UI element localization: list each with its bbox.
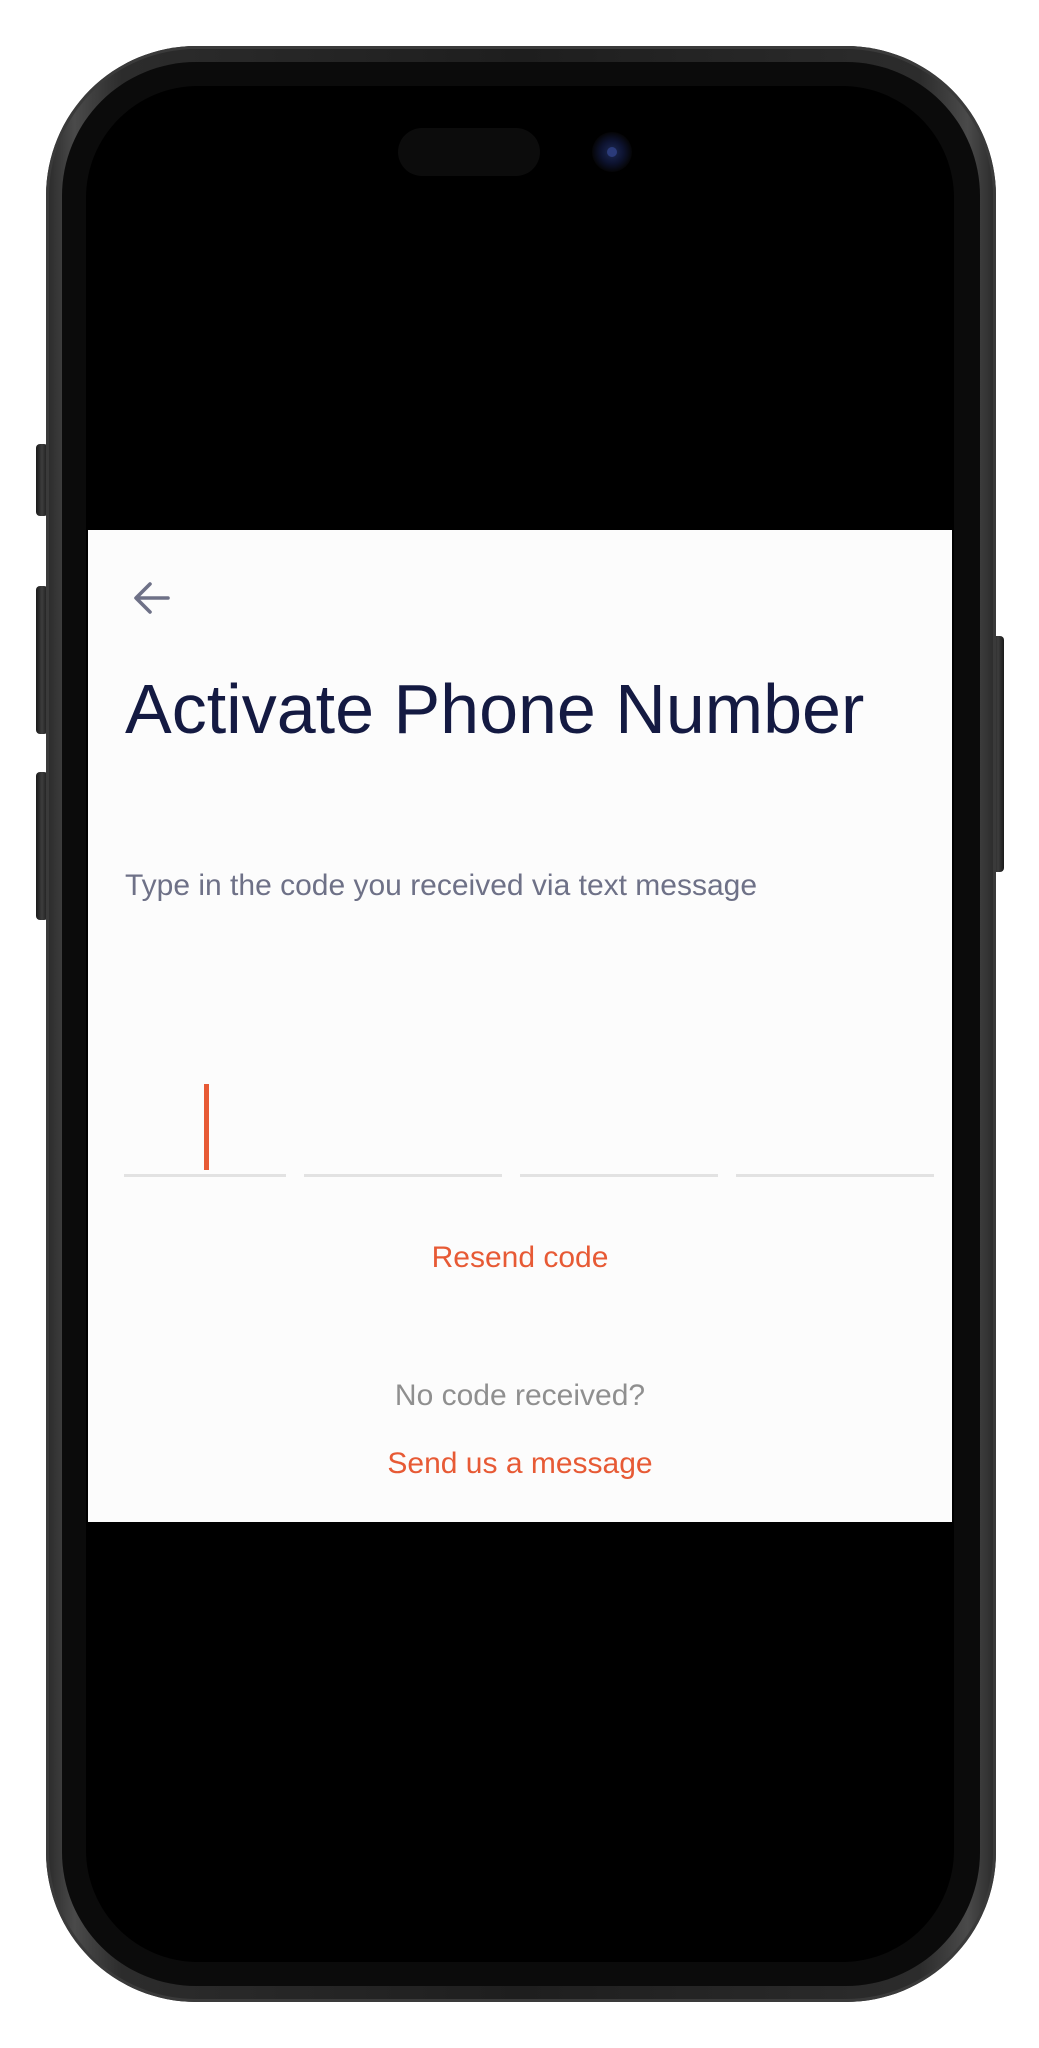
back-button[interactable] — [126, 572, 178, 624]
no-code-received-text: No code received? — [394, 1379, 646, 1412]
island-sensor — [398, 128, 540, 176]
activate-phone-screen: Activate Phone Number Type in the code y… — [88, 530, 952, 1522]
page-subtitle: Type in the code you received via text m… — [125, 869, 758, 902]
page-title: Activate Phone Number — [125, 670, 865, 748]
arrow-left-icon — [134, 582, 170, 614]
resend-code-link[interactable]: Resend code — [88, 1238, 952, 1278]
dynamic-island — [382, 110, 658, 194]
code-digit-4-input[interactable] — [736, 1050, 934, 1177]
code-digit-2-input[interactable] — [304, 1050, 502, 1177]
code-digit-1-input[interactable] — [124, 1050, 286, 1177]
code-digit-3-input[interactable] — [520, 1050, 718, 1177]
verification-code-input — [124, 1050, 936, 1177]
front-camera-icon — [592, 132, 632, 172]
text-caret — [204, 1084, 209, 1170]
device-mockup: Activate Phone Number Type in the code y… — [0, 0, 1039, 2048]
send-message-link[interactable]: Send us a message — [88, 1444, 952, 1484]
